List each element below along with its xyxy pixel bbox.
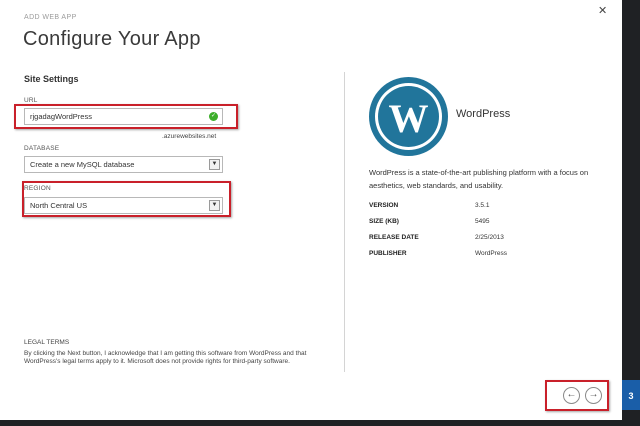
site-settings-heading: Site Settings [24, 74, 79, 84]
detail-key: VERSION [369, 202, 399, 209]
url-domain-suffix: .azurewebsites.net [162, 133, 217, 140]
region-highlight-box [22, 181, 231, 217]
app-name: WordPress [456, 108, 511, 120]
step-number: 3 [628, 391, 634, 401]
app-description: WordPress is a state-of-the-art publishi… [369, 168, 589, 190]
database-label: DATABASE [24, 145, 60, 152]
database-selected-value: Create a new MySQL database [30, 160, 135, 169]
detail-value: 3.5.1 [475, 202, 490, 209]
column-divider [344, 72, 345, 372]
detail-key: RELEASE DATE [369, 234, 419, 241]
chevron-down-icon[interactable]: ▼ [209, 159, 220, 170]
close-icon[interactable]: ✕ [598, 4, 607, 17]
dialog-subtitle: ADD WEB APP [24, 14, 77, 21]
dialog-title: Configure Your App [23, 28, 201, 50]
wordpress-logo: W [369, 77, 448, 156]
legal-terms-text: By clicking the Next button, I acknowled… [24, 350, 307, 365]
nav-highlight-box [545, 380, 609, 411]
detail-key: PUBLISHER [369, 250, 407, 257]
detail-value: 5495 [475, 218, 490, 225]
portal-side-strip [622, 0, 640, 420]
url-highlight-box [14, 104, 238, 129]
detail-value: 2/25/2013 [475, 234, 504, 241]
database-select[interactable]: Create a new MySQL database ▼ [24, 156, 223, 173]
url-label: URL [24, 97, 38, 104]
detail-value: WordPress [475, 250, 508, 257]
add-web-app-dialog: ✕ ADD WEB APP Configure Your App Site Se… [0, 0, 622, 420]
portal-bottom-bar [0, 420, 640, 426]
detail-key: SIZE (KB) [369, 218, 399, 225]
legal-terms-heading: LEGAL TERMS [24, 339, 70, 346]
